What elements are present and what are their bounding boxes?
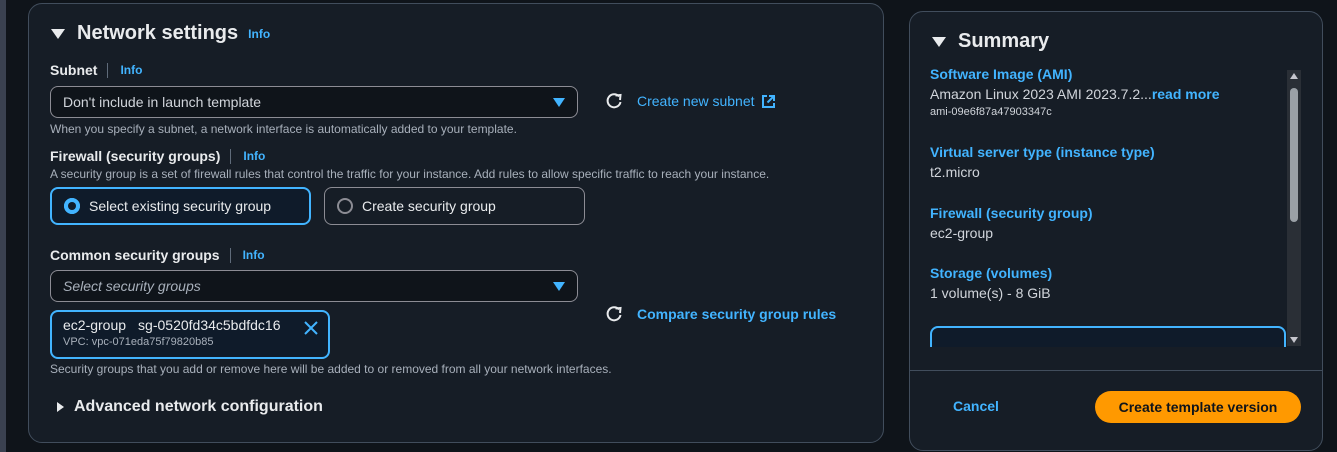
instance-type-label: Virtual server type (instance type) <box>930 144 1155 160</box>
radio-existing-label: Select existing security group <box>89 198 272 214</box>
summary-instance-type: Virtual server type (instance type) t2.m… <box>930 144 1155 180</box>
ami-read-more-link[interactable]: read more <box>1152 86 1220 102</box>
firewall-info-link[interactable]: Info <box>243 149 265 163</box>
subnet-label: Subnet <box>50 62 98 78</box>
selected-security-group-token: ec2-group sg-0520fd34c5bdfdc16 VPC: vpc-… <box>50 310 330 359</box>
subnet-label-row: Subnet Info <box>50 62 142 78</box>
token-vpc-id: VPC: vpc-071eda75f79820b85 <box>63 336 214 348</box>
create-subnet-link[interactable]: Create new subnet <box>637 93 776 109</box>
storage-value: 1 volume(s) - 8 GiB <box>930 285 1051 301</box>
radio-create-sg[interactable]: Create security group <box>324 187 585 225</box>
ami-value: Amazon Linux 2023 AMI 2023.7.2... <box>930 86 1152 102</box>
caret-down-icon <box>553 281 565 291</box>
advanced-network-configuration-toggle[interactable]: Advanced network configuration <box>57 398 323 416</box>
security-groups-placeholder: Select security groups <box>63 278 201 294</box>
divider <box>107 62 109 78</box>
firewall-help-text: A security group is a set of firewall ru… <box>50 167 770 181</box>
token-group-id: sg-0520fd34c5bdfdc16 <box>138 317 281 333</box>
network-settings-header[interactable]: Network settings Info <box>51 22 270 45</box>
ami-id: ami-09e6f87a47903347c <box>930 106 1052 118</box>
create-template-version-button[interactable]: Create template version <box>1095 391 1301 423</box>
security-groups-select[interactable]: Select security groups <box>50 270 578 302</box>
summary-firewall: Firewall (security group) ec2-group <box>930 205 1093 241</box>
scroll-down-icon[interactable] <box>1290 337 1298 343</box>
refresh-subnets-icon[interactable] <box>605 92 623 110</box>
firewall-summary-value: ec2-group <box>930 225 994 241</box>
common-sg-label-row: Common security groups Info <box>50 247 265 263</box>
token-group-name: ec2-group <box>63 317 127 333</box>
refresh-security-groups-icon[interactable] <box>605 305 623 323</box>
firewall-label-row: Firewall (security groups) Info <box>50 148 265 164</box>
create-subnet-label: Create new subnet <box>637 93 755 109</box>
scrollbar-thumb[interactable] <box>1290 88 1298 222</box>
summary-header[interactable]: Summary <box>932 30 1049 53</box>
network-settings-panel: Network settings Info Subnet Info Don't … <box>28 3 884 443</box>
summary-scroll-area: Software Image (AMI) Amazon Linux 2023 A… <box>910 62 1290 347</box>
caret-down-icon <box>553 97 565 107</box>
summary-info-alert <box>930 326 1286 347</box>
summary-panel: Summary Software Image (AMI) Amazon Linu… <box>909 11 1323 451</box>
radio-unselected-icon <box>337 198 353 214</box>
external-link-icon <box>761 94 775 108</box>
network-info-link[interactable]: Info <box>248 27 270 41</box>
close-icon[interactable] <box>303 320 319 336</box>
ami-value-line: Amazon Linux 2023 AMI 2023.7.2...read mo… <box>930 86 1220 102</box>
summary-title: Summary <box>958 30 1050 52</box>
scroll-up-icon[interactable] <box>1290 73 1298 79</box>
summary-scrollbar[interactable] <box>1287 70 1301 346</box>
collapse-caret-icon[interactable] <box>932 36 946 47</box>
common-sg-info-link[interactable]: Info <box>243 248 265 262</box>
subnet-select[interactable]: Don't include in launch template <box>50 86 578 118</box>
ami-label: Software Image (AMI) <box>930 66 1073 82</box>
subnet-select-value: Don't include in launch template <box>63 94 262 110</box>
cancel-button[interactable]: Cancel <box>953 398 999 414</box>
collapse-caret-icon[interactable] <box>51 28 65 39</box>
radio-create-label: Create security group <box>362 198 496 214</box>
subnet-info-link[interactable]: Info <box>120 63 142 77</box>
common-sg-help-text: Security groups that you add or remove h… <box>50 362 612 376</box>
divider <box>910 370 1322 371</box>
firewall-label: Firewall (security groups) <box>50 148 221 164</box>
section-title: Network settings <box>77 22 239 44</box>
radio-selected-icon <box>64 198 80 214</box>
page: Network settings Info Subnet Info Don't … <box>0 0 1337 452</box>
storage-label: Storage (volumes) <box>930 265 1053 281</box>
window-edge <box>0 0 6 452</box>
subnet-help-text: When you specify a subnet, a network int… <box>50 122 517 136</box>
summary-storage: Storage (volumes) 1 volume(s) - 8 GiB <box>930 265 1052 301</box>
instance-type-value: t2.micro <box>930 164 980 180</box>
expand-caret-icon <box>57 402 64 412</box>
summary-ami: Software Image (AMI) Amazon Linux 2023 A… <box>930 66 1220 118</box>
compare-sg-rules-link[interactable]: Compare security group rules <box>637 306 836 322</box>
divider <box>229 247 231 263</box>
radio-select-existing-sg[interactable]: Select existing security group <box>50 187 311 225</box>
advanced-network-label: Advanced network configuration <box>74 398 323 415</box>
common-sg-label: Common security groups <box>50 247 220 263</box>
divider <box>230 148 232 164</box>
firewall-summary-label: Firewall (security group) <box>930 205 1093 221</box>
